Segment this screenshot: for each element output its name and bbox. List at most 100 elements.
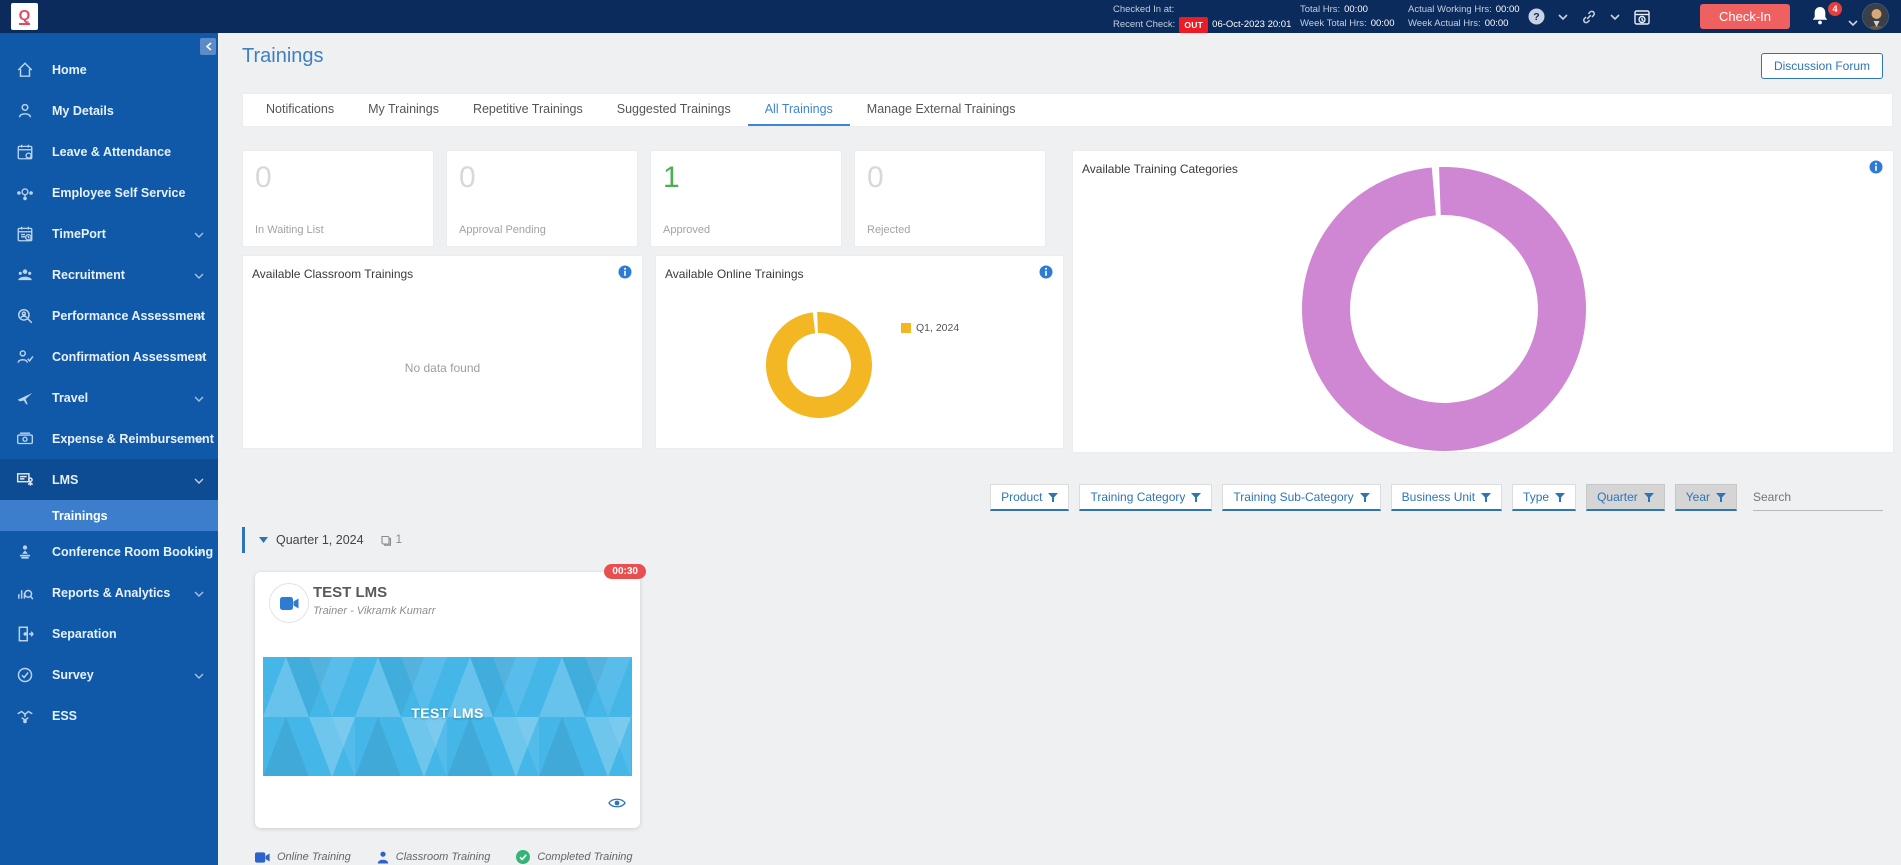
training-card[interactable]: 00:30 TEST LMS Trainer - Vikramk Kumarr [255,572,640,828]
chevron-down-icon [194,545,204,559]
panel-title: Available Classroom Trainings [252,267,413,281]
topbar: Q Checked In at: Recent Check: OUT 06-Oc… [0,0,1901,33]
sidebar-item-label: Reports & Analytics [52,586,170,600]
chevron-down-icon [194,350,204,364]
donut-legend-item[interactable]: Q1, 2024 [901,322,959,334]
sidebar-item-travel[interactable]: Travel [0,377,218,418]
filter-business-unit-button[interactable]: Business Unit [1391,484,1502,511]
checked-in-at-label: Checked In at: [1113,3,1174,17]
stat-card-approved: 1 Approved [650,150,842,247]
trainings-tabs: Notifications My Trainings Repetitive Tr… [242,93,1893,127]
sidebar-item-label: Leave & Attendance [52,145,171,159]
chevron-down-icon [194,432,204,446]
filter-training-sub-category-button[interactable]: Training Sub-Category [1222,484,1380,511]
app-logo[interactable]: Q [11,3,38,30]
quarter-group-accordion[interactable]: Quarter 1, 2024 1 [242,527,402,553]
chevron-down-icon[interactable] [1610,14,1620,20]
filter-year-button[interactable]: Year [1675,484,1737,511]
sidebar-item-label: Recruitment [52,268,125,282]
filter-type-button[interactable]: Type [1512,484,1576,511]
tab-manage-external-trainings[interactable]: Manage External Trainings [850,94,1033,126]
filter-label: Training Category [1090,490,1185,504]
out-status-badge: OUT [1179,17,1208,33]
online-trainings-donut-chart[interactable] [764,310,874,420]
training-title: TEST LMS [313,584,387,601]
filter-label: Product [1001,490,1042,504]
link-icon[interactable] [1581,9,1597,25]
check-in-button[interactable]: Check-In [1700,4,1790,29]
stat-card-waiting-list: 0 In Waiting List [242,150,434,247]
sidebar-item-separation[interactable]: Separation [0,613,218,654]
filter-label: Year [1686,490,1710,504]
filter-label: Training Sub-Category [1233,490,1353,504]
people-group-icon [15,265,35,285]
notifications-bell[interactable]: 4 [1810,5,1836,29]
online-training-type-icon [269,583,309,623]
sidebar-item-ess[interactable]: ESS [0,695,218,736]
legend-completed-training: Completed Training [516,850,632,864]
check-circle-icon [516,850,530,864]
sidebar-item-reports-analytics[interactable]: Reports & Analytics [0,572,218,613]
presenter-board-icon [15,470,35,490]
profile-chevron-down-icon[interactable] [1848,13,1858,31]
sidebar-item-employee-self-service[interactable]: Employee Self Service [0,172,218,213]
filter-product-button[interactable]: Product [990,484,1069,511]
search-input[interactable] [1753,490,1901,504]
sidebar-item-recruitment[interactable]: Recruitment [0,254,218,295]
stat-value: 0 [255,161,421,195]
chevron-down-icon [194,309,204,323]
stat-card-rejected: 0 Rejected [854,150,1046,247]
filter-row: Product Training Category Training Sub-C… [990,484,1883,511]
week-total-hrs-value: 00:00 [1371,17,1395,31]
recent-check-label: Recent Check: [1113,18,1175,32]
tab-repetitive-trainings[interactable]: Repetitive Trainings [456,94,600,126]
filter-label: Type [1523,490,1549,504]
chevron-down-icon[interactable] [1558,14,1568,20]
discussion-forum-button[interactable]: Discussion Forum [1761,53,1883,79]
group-count-value: 1 [396,534,402,546]
tab-notifications[interactable]: Notifications [249,94,351,126]
sidebar-item-label: ESS [52,709,77,723]
info-icon[interactable] [1869,160,1883,179]
filter-quarter-button[interactable]: Quarter [1586,484,1665,511]
tab-all-trainings[interactable]: All Trainings [748,94,850,126]
search-box [1753,484,1883,511]
svg-text:?: ? [1533,11,1539,23]
filter-training-category-button[interactable]: Training Category [1079,484,1212,511]
sidebar-subitem-label: Trainings [52,509,108,523]
calendar-clock-icon [15,224,35,244]
funnel-icon [1048,493,1058,502]
sidebar-item-my-details[interactable]: My Details [0,90,218,131]
funnel-icon [1644,493,1654,502]
view-training-eye-icon[interactable] [608,796,626,814]
available-training-categories-panel: Available Training Categories [1072,150,1894,453]
person-icon [15,101,35,121]
week-actual-hrs-value: 00:00 [1485,17,1509,31]
sidebar-item-label: Performance Assessment [52,309,205,323]
filter-label: Quarter [1597,490,1638,504]
person-icon [377,851,389,864]
sidebar-item-leave-attendance[interactable]: Leave & Attendance [0,131,218,172]
sidebar-item-lms[interactable]: LMS [0,459,218,500]
sidebar-item-survey[interactable]: Survey [0,654,218,695]
tab-my-trainings[interactable]: My Trainings [351,94,456,126]
user-avatar[interactable] [1862,3,1889,30]
tab-suggested-trainings[interactable]: Suggested Trainings [600,94,748,126]
help-icon[interactable]: ? [1528,8,1545,25]
sidebar-item-expense-reimbursement[interactable]: Expense & Reimbursement [0,418,218,459]
sidebar-item-performance-assessment[interactable]: Performance Assessment [0,295,218,336]
legend-label: Q1, 2024 [916,322,959,334]
funnel-icon [1360,493,1370,502]
sidebar-item-confirmation-assessment[interactable]: Confirmation Assessment [0,336,218,377]
sidebar-subitem-trainings[interactable]: Trainings [0,500,218,531]
legend-label: Classroom Training [396,851,491,863]
attendance-calendar-icon[interactable] [1633,8,1651,26]
info-icon[interactable] [1039,265,1053,284]
sidebar-item-conference-room-booking[interactable]: Conference Room Booking [0,531,218,572]
info-icon[interactable] [618,265,632,284]
training-categories-donut-chart[interactable] [1294,159,1594,459]
no-data-text: No data found [243,361,642,375]
sidebar-item-timeport[interactable]: TimePort [0,213,218,254]
training-thumbnail[interactable]: TEST LMS [263,657,632,776]
sidebar-item-home[interactable]: Home [0,49,218,90]
